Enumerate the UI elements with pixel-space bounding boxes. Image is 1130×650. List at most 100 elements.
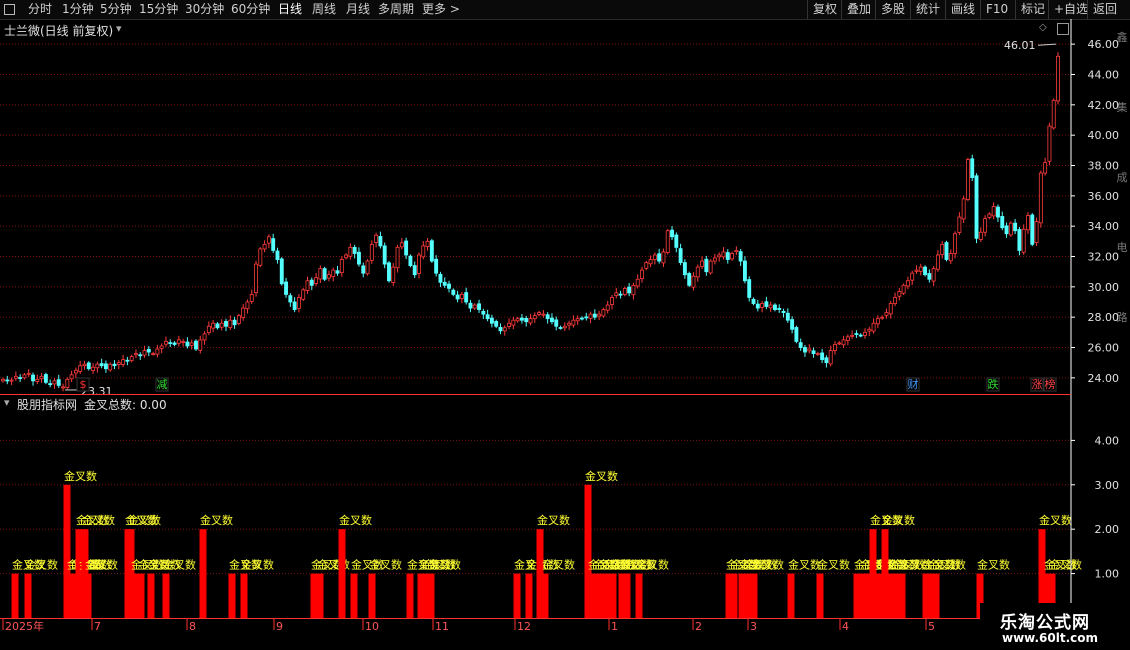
candle-body	[1038, 172, 1043, 224]
candle-body	[897, 290, 902, 297]
indicator-dropdown-icon[interactable]: ▾	[4, 396, 10, 409]
indicator-bar	[427, 573, 435, 618]
window-icon[interactable]	[4, 4, 15, 15]
event-marker-text: 涨	[1032, 378, 1043, 391]
candle-body	[236, 315, 241, 324]
candle-body	[296, 297, 301, 309]
candle-body	[837, 342, 842, 345]
candle-body	[803, 347, 807, 353]
statistics-button[interactable]: 统计	[910, 0, 945, 19]
multi-stock-button[interactable]: 多股	[875, 0, 910, 19]
candle-body	[781, 311, 786, 314]
candle-body	[1051, 99, 1056, 129]
title-dropdown-icon[interactable]: ▾	[116, 22, 122, 35]
overlay-button[interactable]: 叠加	[841, 0, 876, 19]
candle-body	[708, 260, 713, 274]
indicator-bar-label: 金叉数	[537, 513, 570, 527]
candle-body	[78, 365, 83, 372]
diamond-icon[interactable]: ◇	[1039, 22, 1047, 33]
candle-body	[974, 175, 979, 239]
right-side-text: 成	[1117, 171, 1128, 184]
candle-body	[99, 363, 104, 367]
panel-toggle-icon[interactable]	[1057, 23, 1069, 35]
y-tick-label: 26.00	[1088, 342, 1120, 355]
indicator-bar	[730, 573, 738, 618]
indicator-bar	[874, 573, 882, 618]
candle-body	[13, 375, 18, 379]
candle-body	[425, 240, 430, 247]
candle-body	[888, 303, 893, 315]
candle-body	[867, 328, 872, 332]
period-tab-fenshi[interactable]: 分时	[28, 0, 52, 19]
candle-body	[640, 269, 644, 280]
back-button[interactable]: 返回	[1087, 0, 1122, 19]
candle-body	[451, 289, 456, 295]
indicator-bar	[816, 573, 824, 618]
indicator-bar-label: 金叉数	[428, 558, 461, 572]
period-tab-30min[interactable]: 30分钟	[185, 0, 224, 19]
candle-body	[601, 309, 606, 317]
watermark: 乐淘公式网 www.60lt.com	[980, 603, 1130, 650]
y-tick-label: 32.00	[1088, 251, 1120, 264]
candle-body	[266, 236, 271, 244]
period-tab-1min[interactable]: 1分钟	[62, 0, 94, 19]
candle-body	[459, 294, 464, 299]
y-tick-label: 46.00	[1088, 38, 1120, 51]
candle-body	[438, 273, 443, 283]
indicator-bar	[228, 573, 236, 618]
candle-body	[597, 313, 602, 317]
restore-rights-button[interactable]: 复权	[807, 0, 842, 19]
x-tick-label: 7	[94, 620, 101, 633]
candle-body	[22, 374, 27, 379]
candle-body	[850, 334, 855, 337]
indicator-bar	[406, 573, 414, 618]
indicator-bar	[891, 573, 899, 618]
candle-body	[558, 327, 563, 329]
candle-body	[880, 316, 885, 319]
candle-body	[965, 159, 970, 200]
event-marker-text: 减	[157, 378, 168, 391]
candle-body	[541, 313, 546, 316]
y-tick-label: 24.00	[1088, 372, 1120, 385]
candle-body	[687, 273, 692, 286]
indicator-bar	[898, 573, 906, 618]
candle-body	[1, 378, 5, 382]
indicator-bar	[137, 573, 145, 618]
candle-body	[824, 357, 829, 364]
stock-chart[interactable]: 46.0123.31$ 减财跌涨榜 金叉数金叉数金叉数金叉数金叉数金叉数金叉数金叉…	[0, 19, 1130, 650]
f10-button[interactable]: F10	[980, 0, 1013, 19]
candle-body	[181, 341, 186, 343]
draw-line-button[interactable]: 画线	[945, 0, 980, 19]
period-tab-5min[interactable]: 5分钟	[100, 0, 132, 19]
candle-body	[151, 353, 156, 355]
candle-body	[39, 375, 44, 380]
event-marker-text: 跌	[988, 377, 999, 391]
period-tab-weekly[interactable]: 周线	[312, 0, 336, 19]
indicator-bar	[635, 573, 643, 618]
period-tab-15min[interactable]: 15分钟	[139, 0, 178, 19]
mark-button[interactable]: 标记	[1015, 0, 1050, 19]
candle-body	[275, 250, 280, 260]
candle-body	[507, 322, 512, 327]
period-tab-more[interactable]: 更多 >	[422, 0, 460, 19]
period-tab-monthly[interactable]: 月线	[346, 0, 370, 19]
candle-body	[1013, 222, 1018, 232]
candle-body	[717, 254, 722, 258]
indicator-bar	[350, 573, 358, 618]
candle-body	[996, 206, 1000, 218]
period-tab-daily[interactable]: 日线	[278, 0, 302, 19]
candle-body	[858, 334, 863, 337]
candle-body	[442, 281, 447, 286]
candle-body	[764, 301, 769, 307]
candle-body	[961, 198, 966, 220]
candle-body	[815, 353, 820, 355]
period-tab-multi[interactable]: 多周期	[378, 0, 414, 19]
period-tab-60min[interactable]: 60分钟	[231, 0, 270, 19]
candle-body	[18, 377, 23, 379]
candle-body	[549, 317, 554, 323]
candle-body	[751, 298, 756, 304]
candle-body	[871, 322, 876, 332]
candle-body	[768, 304, 773, 309]
candle-body	[773, 304, 777, 310]
candle-body	[142, 350, 147, 356]
